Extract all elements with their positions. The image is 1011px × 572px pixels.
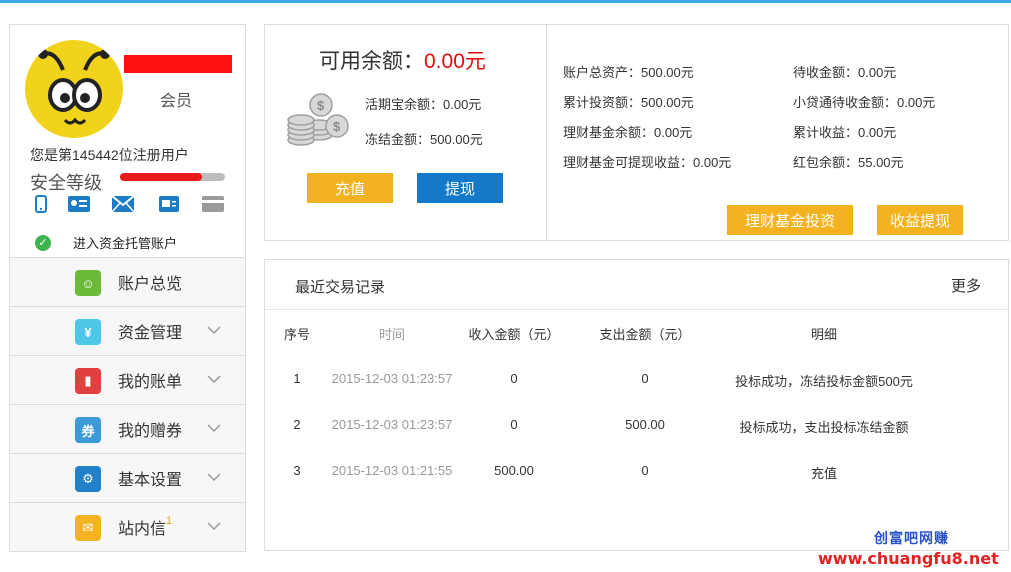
sidebar-item-label: 资金管理 <box>118 319 182 343</box>
sidebar-item-label: 站内信1 <box>118 515 172 539</box>
escrow-label: 进入资金托管账户 <box>73 236 178 251</box>
fund-invest-button[interactable]: 理财基金投资 <box>727 205 853 235</box>
bank-account-icon[interactable] <box>158 195 180 213</box>
recent-transactions-panel: 最近交易记录 更多 序号 时间 收入金额（元） 支出金额（元） 明细 1 2015-12-0… <box>264 259 1009 551</box>
user-icon: ☺ <box>75 270 101 296</box>
chevron-down-icon[interactable] <box>206 373 222 385</box>
table-cell-col-index: 3 <box>293 463 301 478</box>
table-cell-col-income: 0 <box>510 417 518 432</box>
table-cell-col-income: 0 <box>510 371 518 386</box>
huoqibao-balance: 活期宝余额：0.00元 <box>365 97 482 112</box>
more-link[interactable]: 更多 <box>951 275 981 296</box>
table-cell-col-time: 2015-12-03 01:23:57 <box>331 371 453 386</box>
sidebar-item-basic-settings[interactable]: ⚙ 基本设置 <box>10 453 245 502</box>
coins-icon: $ $ <box>285 93 355 152</box>
sidebar-item-site-messages[interactable]: ✉ 站内信1 <box>10 502 245 551</box>
red-packet-balance: 红包余额：55.00元 <box>793 155 904 170</box>
sidebar-item-text: 基本设置 <box>118 472 183 489</box>
sidebar-item-my-bills[interactable]: ▮ 我的账单 <box>10 355 245 404</box>
cumulative-income: 累计收益：0.00元 <box>793 125 897 140</box>
xiaodai-pending-amount: 小贷通待收金额：0.00元 <box>793 95 936 110</box>
unread-badge: 1 <box>166 515 173 527</box>
table-cell-col-index: 1 <box>293 371 301 386</box>
envelope-icon: ✉ <box>75 515 101 541</box>
svg-text:$: $ <box>333 119 341 134</box>
table-header-col-index: 序号 <box>283 327 311 342</box>
available-balance: 可用余额：0.00元 <box>319 45 486 75</box>
table-header-col-expense: 支出金额（元） <box>599 327 691 342</box>
table-cell-col-detail: 投标成功，支出投标冻结金额 <box>739 420 909 435</box>
table-cell-col-time: 2015-12-03 01:23:57 <box>331 417 453 432</box>
sidebar-item-text: 站内信 <box>118 521 167 538</box>
bee-avatar-icon <box>38 49 110 125</box>
avatar[interactable] <box>25 40 123 138</box>
transactions-title: 最近交易记录 <box>295 279 386 296</box>
table-cell-col-time: 2015-12-03 01:21:55 <box>331 463 453 478</box>
frozen-amount: 冻结金额：500.00元 <box>365 132 483 147</box>
sidebar-menu: ☺ 账户总览 ¥ 资金管理 ▮ 我的账单券我的赠券 ⚙ 基本设置 ✉ 站内信1 <box>10 257 245 551</box>
sidebar-item-account-overview[interactable]: ☺ 账户总览 <box>10 257 245 306</box>
sidebar-item-label: 账户总览 <box>118 270 182 294</box>
sidebar-item-label: 我的赠券 <box>118 417 182 441</box>
yen-icon: ¥ <box>75 319 101 345</box>
chevron-down-icon[interactable] <box>206 471 222 483</box>
security-level-fill <box>120 173 202 181</box>
email-icon[interactable] <box>112 195 134 213</box>
table-header-col-time: 时间 <box>378 327 406 342</box>
chevron-down-icon[interactable] <box>206 422 222 434</box>
total-investment: 累计投资额：500.00元 <box>563 95 694 110</box>
security-level-bar <box>120 173 225 181</box>
available-balance-value: 0.00元 <box>424 50 486 73</box>
watermark-url: www.chuangfu8.net <box>818 549 999 568</box>
table-cell-col-detail: 投标成功，冻结投标金额500元 <box>735 374 913 389</box>
sidebar-item-label: 我的账单 <box>118 368 182 392</box>
gear-icon: ⚙ <box>75 466 101 492</box>
chevron-down-icon[interactable] <box>206 324 222 336</box>
income-withdraw-button[interactable]: 收益提现 <box>877 205 963 235</box>
register-count-text: 您是第145442位注册用户 <box>30 147 189 163</box>
table-cell-col-expense: 500.00 <box>625 417 665 432</box>
sidebar-item-label: 基本设置 <box>118 466 182 490</box>
svg-text:$: $ <box>317 98 325 113</box>
transactions-divider <box>265 309 1008 310</box>
sidebar-item-text: 我的赠券 <box>118 423 183 440</box>
total-assets: 账户总资产：500.00元 <box>563 65 694 80</box>
table-cell-col-index: 2 <box>293 417 301 432</box>
table-cell-col-expense: 0 <box>641 463 649 478</box>
card-icon[interactable] <box>202 195 224 213</box>
table-cell-col-expense: 0 <box>641 371 649 386</box>
top-accent-bar <box>0 0 1011 3</box>
redacted-username <box>124 55 232 73</box>
chevron-down-icon[interactable] <box>206 520 222 532</box>
sidebar-item-my-coupons[interactable]: 券我的赠券 <box>10 404 245 453</box>
member-role: 会员 <box>160 93 193 110</box>
sidebar-item-fund-management[interactable]: ¥ 资金管理 <box>10 306 245 355</box>
escrow-account-link[interactable]: ✓ 进入资金托管账户 <box>35 233 177 252</box>
table-header-col-detail: 明细 <box>810 327 838 342</box>
table-cell-col-detail: 充值 <box>810 466 838 481</box>
check-icon: ✓ <box>35 234 51 251</box>
pending-amount: 待收金额：0.00元 <box>793 65 897 80</box>
panel-divider <box>546 25 547 240</box>
coupon-icon: 券 <box>75 417 101 443</box>
sidebar-item-text: 资金管理 <box>118 325 183 342</box>
sidebar: 会员 您是第145442位注册用户 安全等级 ✓ 进入资金托管账户 ☺ 账户总览 ¥… <box>9 24 246 552</box>
phone-icon[interactable] <box>30 195 52 213</box>
watermark-brand: 创富吧网赚 <box>874 530 949 546</box>
fund-withdrawable-income: 理财基金可提现收益：0.00元 <box>563 155 732 170</box>
recharge-button[interactable]: 充值 <box>307 173 393 203</box>
available-balance-label: 可用余额： <box>319 50 424 73</box>
sidebar-item-text: 我的账单 <box>118 374 183 391</box>
withdraw-button[interactable]: 提现 <box>417 173 503 203</box>
fund-balance: 理财基金余额：0.00元 <box>563 125 693 140</box>
id-card-icon[interactable] <box>68 195 90 213</box>
sidebar-item-text: 账户总览 <box>118 276 183 293</box>
balance-panel: 可用余额：0.00元 $ $ 活期宝余额：0.00元 冻结金额：500.00元 … <box>264 24 1009 241</box>
security-level-label: 安全等级 <box>30 173 102 193</box>
table-cell-col-income: 500.00 <box>494 463 534 478</box>
table-header-col-income: 收入金额（元） <box>468 327 560 342</box>
verification-icons <box>30 195 230 215</box>
chart-icon: ▮ <box>75 368 101 394</box>
